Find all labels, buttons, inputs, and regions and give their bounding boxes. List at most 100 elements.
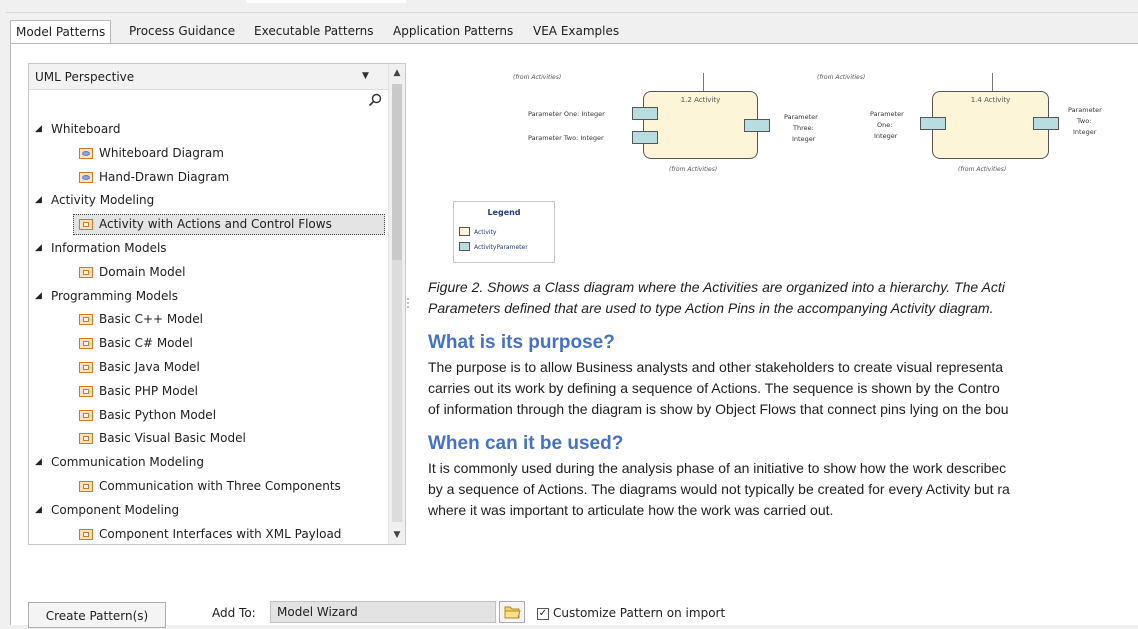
tree-group-communication-modeling[interactable]: ◢ Communication Modeling xyxy=(29,451,388,475)
expand-caret-icon[interactable]: ◢ xyxy=(35,118,42,142)
whiteboard-pattern-icon xyxy=(79,147,93,159)
model-pattern-icon xyxy=(79,409,93,421)
scroll-up-arrow-icon[interactable]: ▲ xyxy=(391,66,403,80)
activity-1-4: 1.4 Activity xyxy=(932,91,1049,159)
parameter-label: Three: xyxy=(793,124,814,132)
customize-pattern-label: Customize Pattern on import xyxy=(553,606,726,620)
tab-model-patterns[interactable]: Model Patterns xyxy=(10,20,112,44)
parameter-label: Parameter xyxy=(1068,106,1102,114)
parameter-label: Parameter xyxy=(870,110,904,118)
paragraph-line: by a sequence of Actions. The diagrams w… xyxy=(428,481,1010,497)
parameter-pin xyxy=(1033,117,1059,130)
legend-swatch-activity xyxy=(459,227,470,236)
tree-item-component-interfaces-xml[interactable]: Component Interfaces with XML Payload xyxy=(29,523,388,544)
tree-item-domain-model[interactable]: Domain Model xyxy=(29,261,388,285)
paragraph-line: carries out its work by defining a seque… xyxy=(428,380,1000,396)
model-pattern-icon xyxy=(79,338,93,350)
legend-swatch-activity-parameter xyxy=(459,242,470,251)
tree-item-label: Communication with Three Components xyxy=(99,478,341,493)
tree-item-label: Basic C++ Model xyxy=(99,312,203,327)
tree-item-basic-csharp-model[interactable]: Basic C# Model xyxy=(29,332,388,356)
tree-item-whiteboard-diagram[interactable]: Whiteboard Diagram xyxy=(29,142,388,166)
tree-group-label: Whiteboard xyxy=(51,122,121,136)
customize-pattern-checkbox[interactable]: ✓ xyxy=(537,608,549,620)
expand-caret-icon[interactable]: ◢ xyxy=(35,499,42,523)
browse-folder-button[interactable] xyxy=(499,601,525,623)
pattern-preview-panel: (from Activities) 1.2 Activity Parameter… xyxy=(415,63,1138,543)
tree-item-label: Basic Java Model xyxy=(99,359,200,374)
expand-caret-icon[interactable]: ◢ xyxy=(35,189,42,213)
tab-executable-patterns[interactable]: Executable Patterns xyxy=(254,20,374,42)
tree-group-component-modeling[interactable]: ◢ Component Modeling xyxy=(29,499,388,523)
from-activities-label: (from Activities) xyxy=(669,166,718,173)
tree-group-activity-modeling[interactable]: ◢ Activity Modeling xyxy=(29,189,388,213)
tree-item-label: Basic C# Model xyxy=(99,336,193,351)
top-divider xyxy=(6,12,1138,13)
expand-caret-icon[interactable]: ◢ xyxy=(35,285,42,309)
scroll-thumb[interactable] xyxy=(392,84,402,260)
from-activities-label: (from Activities) xyxy=(958,166,1007,173)
tab-application-patterns[interactable]: Application Patterns xyxy=(393,20,513,42)
folder-icon xyxy=(504,606,521,619)
paragraph-line: The purpose is to allow Business analyst… xyxy=(428,359,1004,375)
parameter-label: Parameter Two: Integer xyxy=(528,134,604,142)
tree-item-basic-php-model[interactable]: Basic PHP Model xyxy=(29,380,388,404)
tree-item-label: Activity with Actions and Control Flows xyxy=(99,217,332,232)
expand-caret-icon[interactable]: ◢ xyxy=(35,237,42,261)
tree-item-basic-python-model[interactable]: Basic Python Model xyxy=(29,404,388,428)
tree-group-programming-models[interactable]: ◢ Programming Models xyxy=(29,285,388,309)
add-to-field[interactable]: Model Wizard xyxy=(270,601,496,623)
perspective-value: UML Perspective xyxy=(35,70,135,84)
window-top-strip xyxy=(0,0,1138,16)
model-pattern-icon xyxy=(79,361,93,373)
activity-title: 1.2 Activity xyxy=(680,96,721,104)
parameter-label: One: xyxy=(877,121,893,129)
tree-item-communication-three-components[interactable]: Communication with Three Components xyxy=(29,475,388,499)
pattern-description: Figure 2. Shows a Class diagram where th… xyxy=(428,277,1138,521)
search-icon[interactable] xyxy=(368,93,382,107)
tree-group-label: Programming Models xyxy=(51,288,178,303)
pattern-tree-panel: UML Perspective ▼ ◢ Whiteboard Whiteboar… xyxy=(28,63,406,545)
figure-caption: Figure 2. Shows a Class diagram where th… xyxy=(428,279,1005,295)
tab-process-guidance[interactable]: Process Guidance xyxy=(129,20,235,42)
top-highlight xyxy=(246,0,406,3)
scroll-down-arrow-icon[interactable]: ▼ xyxy=(391,528,403,542)
create-patterns-button[interactable]: Create Pattern(s) xyxy=(28,602,166,628)
chevron-down-icon[interactable]: ▼ xyxy=(362,71,369,81)
tree-item-basic-visual-basic-model[interactable]: Basic Visual Basic Model xyxy=(29,427,388,451)
model-pattern-icon xyxy=(79,385,93,397)
tree-item-basic-java-model[interactable]: Basic Java Model xyxy=(29,356,388,380)
tree-group-label: Activity Modeling xyxy=(51,193,155,208)
tree-item-label: Hand-Drawn Diagram xyxy=(99,169,230,184)
parameter-label: Parameter xyxy=(784,113,818,121)
model-pattern-icon xyxy=(79,433,93,445)
tree-item-activity-actions-control-flows[interactable]: Activity with Actions and Control Flows xyxy=(29,213,388,237)
tree-scrollbar[interactable]: ▲ ▼ xyxy=(388,64,405,544)
class-diagram-preview: (from Activities) 1.2 Activity Parameter… xyxy=(415,63,1138,263)
from-activities-label: (from Activities) xyxy=(513,74,562,81)
tree-group-whiteboard[interactable]: ◢ Whiteboard xyxy=(29,118,388,142)
from-activities-label: (from Activities) xyxy=(817,74,866,81)
tree-item-basic-cpp-model[interactable]: Basic C++ Model xyxy=(29,308,388,332)
parameter-pin xyxy=(632,131,658,144)
diagram-legend: Legend Activity ActivityParameter xyxy=(453,201,555,263)
parameter-pin xyxy=(744,119,770,132)
tree-item-label: Component Interfaces with XML Payload xyxy=(99,526,342,541)
legend-title: Legend xyxy=(487,208,521,217)
tree-item-hand-drawn-diagram[interactable]: Hand-Drawn Diagram xyxy=(29,166,388,190)
activity-1-2: 1.2 Activity xyxy=(643,91,758,159)
legend-item-activity: Activity xyxy=(474,229,497,236)
parameter-pin xyxy=(920,117,946,130)
tree-group-label: Component Modeling xyxy=(51,502,180,517)
tab-vea-examples[interactable]: VEA Examples xyxy=(533,20,619,42)
expand-caret-icon[interactable]: ◢ xyxy=(35,451,42,475)
connector-line xyxy=(703,73,704,91)
tree-group-label: Communication Modeling xyxy=(51,455,204,470)
tree-group-information-models[interactable]: ◢ Information Models xyxy=(29,237,388,261)
scroll-track[interactable] xyxy=(392,260,402,522)
perspective-dropdown[interactable]: UML Perspective ▼ xyxy=(29,64,388,90)
pattern-tabs: Model Patterns Process Guidance Executab… xyxy=(10,20,1138,44)
panel-splitter[interactable] xyxy=(407,296,410,312)
pattern-tree: ◢ Whiteboard Whiteboard Diagram Hand-Dra… xyxy=(29,118,388,544)
add-to-label: Add To: xyxy=(212,606,256,620)
